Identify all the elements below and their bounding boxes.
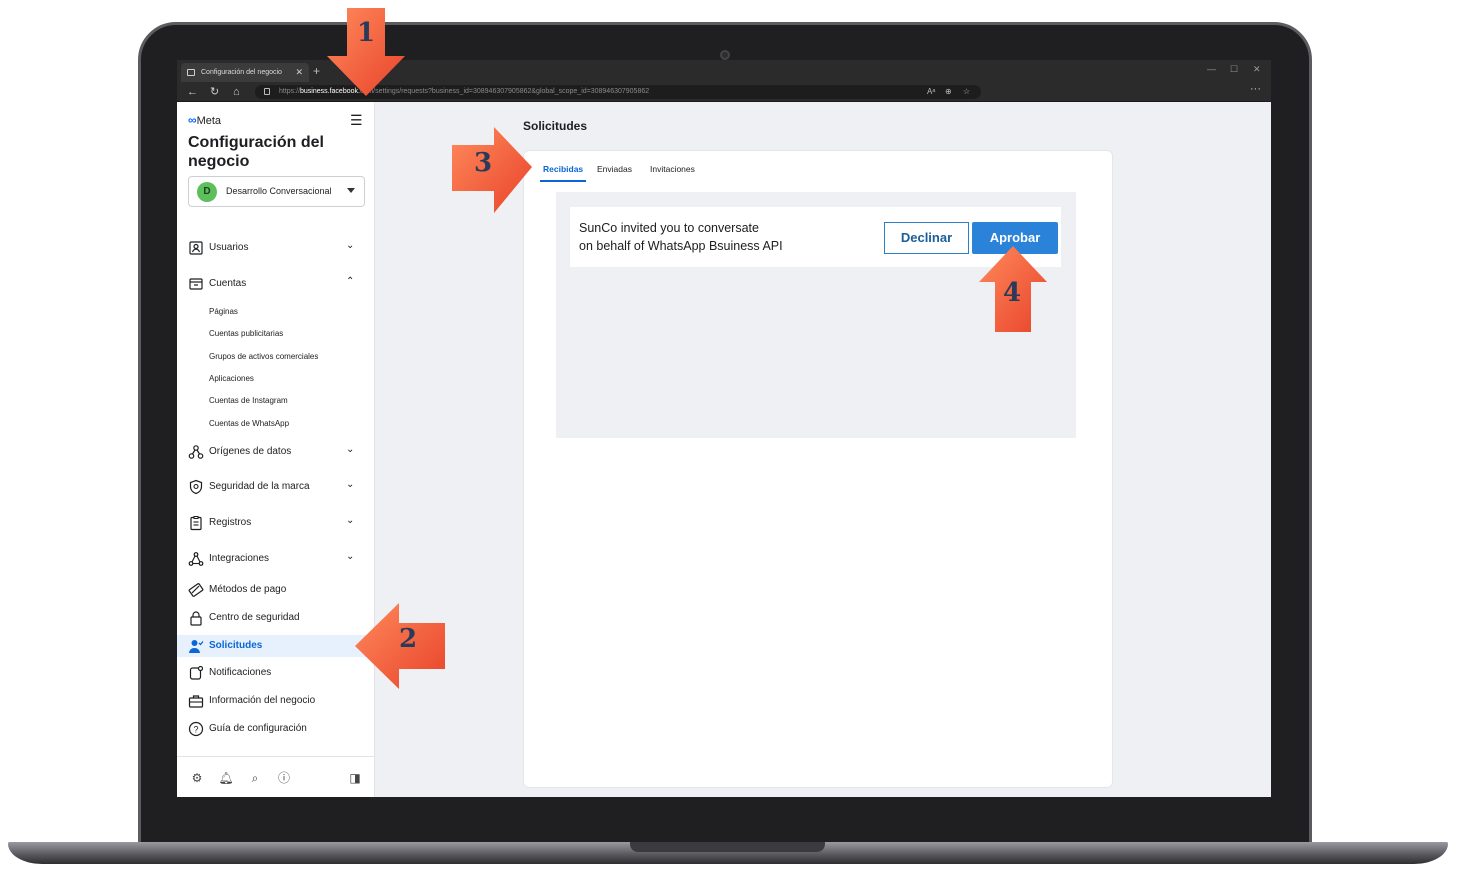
laptop-notch [630,842,825,852]
sidebar-item-centro-seguridad[interactable]: Centro de seguridad [177,607,375,629]
chevron-down-icon: ⌄ [346,240,355,251]
sidebar-item-label: Información del negocio [209,695,316,706]
maximize-icon[interactable]: ☐ [1230,64,1238,75]
integrations-icon [188,552,204,566]
annotation-number-4: 4 [1003,278,1022,308]
sidebar-item-integraciones[interactable]: Integraciones ⌄ [177,548,375,570]
lock-icon [190,611,202,626]
laptop-mockup: Configuración del negocio ✕ + — ☐ ✕ ← ↻ … [0,0,1457,879]
sidebar-item-seguridad-marca[interactable]: Seguridad de la marca ⌄ [177,476,375,498]
chevron-down-icon: ⌄ [346,479,355,490]
sidebar-item-notificaciones[interactable]: Notificaciones [177,662,375,684]
shield-icon [189,479,203,495]
sidebar-item-label: Registros [209,517,252,528]
account-name: Desarrollo Conversacional [226,186,332,196]
sidebar-item-label: Seguridad de la marca [209,481,310,492]
accounts-icon [189,278,203,290]
invitation-line-2: on behalf of WhatsApp Bsuiness API [579,239,783,253]
sidebar: ∞Meta ☰ Configuración del negocio D Desa… [177,102,375,797]
notifications-icon [189,665,204,680]
chevron-down-icon: ⌄ [346,444,355,455]
sidebar-subitem-cuentas-publicitarias[interactable]: Cuentas publicitarias [209,329,283,338]
tab-invitaciones[interactable]: Invitaciones [650,164,695,180]
svg-text:?: ? [193,724,198,734]
sidebar-item-guia-configuracion[interactable]: ? Guía de configuración [177,718,375,740]
requests-icon [189,640,204,653]
sidebar-item-solicitudes[interactable]: Solicitudes [177,635,375,657]
avatar: D [197,182,217,202]
chevron-down-icon: ⌄ [346,551,355,562]
invitation-text: SunCo invited you to conversate on behal… [579,219,869,255]
gear-icon[interactable]: ⚙ [189,770,205,786]
account-selector[interactable]: D Desarrollo Conversacional [188,176,365,207]
sidebar-item-registros[interactable]: Registros ⌄ [177,512,375,534]
sidebar-item-label: Integraciones [209,553,270,564]
meta-logo[interactable]: ∞Meta [188,113,221,127]
more-menu-icon[interactable]: ··· [1250,83,1261,95]
back-icon[interactable]: ← [187,84,198,100]
invitation-line-1: SunCo invited you to conversate [579,221,759,235]
sidebar-subitem-paginas[interactable]: Páginas [209,307,238,316]
sidebar-item-label: Solicitudes [209,640,263,651]
payment-icon [188,583,204,597]
help-icon[interactable]: ⓘ [276,770,292,786]
help-icon: ? [188,721,204,737]
meta-logo-text: Meta [196,115,222,127]
annotation-number-1: 1 [357,18,376,48]
sidebar-subitem-aplicaciones[interactable]: Aplicaciones [209,374,254,383]
home-icon[interactable]: ⌂ [233,84,240,100]
sidebar-item-origenes[interactable]: Orígenes de datos ⌄ [177,441,375,463]
browser-tab[interactable]: Configuración del negocio ✕ [181,63,309,82]
sidebar-item-label: Usuarios [209,242,249,253]
url-prefix: https:// [279,88,301,95]
meta-infinity-icon: ∞ [188,113,197,127]
lock-icon [264,88,270,95]
annotation-number-3: 3 [474,148,493,178]
clipboard-icon [190,516,202,531]
hamburger-menu-icon[interactable]: ☰ [350,112,363,129]
favorites-icon[interactable]: ☆ [963,87,970,97]
page-icon [187,69,195,76]
camera [720,50,730,60]
sidebar-item-informacion-negocio[interactable]: Información del negocio [177,690,375,712]
briefcase-icon [188,695,204,708]
sidebar-item-label: Notificaciones [209,667,272,678]
chevron-down-icon: ⌄ [346,515,355,526]
annotation-number-2: 2 [399,624,418,654]
data-sources-icon [188,445,204,459]
chevron-up-icon: ⌃ [346,276,355,287]
tab-recibidas[interactable]: Recibidas [540,164,587,182]
sidebar-item-metodos-pago[interactable]: Métodos de pago [177,579,375,601]
sidebar-item-label: Métodos de pago [209,584,287,595]
screen: Configuración del negocio ✕ + — ☐ ✕ ← ↻ … [177,60,1271,797]
annotation-arrow-3 [452,127,532,213]
read-aloud-icon[interactable]: A͏ᵃ [927,87,935,97]
sidebar-item-usuarios[interactable]: Usuarios ⌄ [177,237,375,259]
panel-toggle-icon[interactable]: ◨ [347,770,363,786]
search-icon[interactable]: ⌕ [247,770,263,786]
page-title: Configuración del negocio [188,134,324,170]
sidebar-item-label: Cuentas [209,278,247,289]
sidebar-item-label: Orígenes de datos [209,446,292,457]
new-tab-button[interactable]: + [313,63,320,79]
zoom-icon[interactable]: ⊕ [945,87,952,97]
caret-down-icon [347,188,355,193]
sidebar-subitem-whatsapp[interactable]: Cuentas de WhatsApp [209,419,289,428]
bell-icon[interactable]: 🔔︎ [218,770,234,786]
sidebar-subitem-instagram[interactable]: Cuentas de Instagram [209,396,288,405]
sidebar-bottom-toolbar: ⚙ 🔔︎ ⌕ ⓘ ◨ [177,756,375,797]
close-tab-icon[interactable]: ✕ [295,63,303,82]
reload-icon[interactable]: ↻ [210,84,219,100]
users-icon [189,241,203,255]
close-window-icon[interactable]: ✕ [1253,64,1261,75]
minimize-icon[interactable]: — [1207,64,1216,74]
tab-enviadas[interactable]: Enviadas [597,164,632,180]
decline-button[interactable]: Declinar [884,222,969,254]
sidebar-subitem-grupos-activos[interactable]: Grupos de activos comerciales [209,352,318,361]
sidebar-item-label: Centro de seguridad [209,612,300,623]
sidebar-item-label: Guía de configuración [209,723,307,734]
sidebar-item-cuentas[interactable]: Cuentas ⌃ [177,273,375,295]
tab-title: Configuración del negocio [201,69,282,76]
